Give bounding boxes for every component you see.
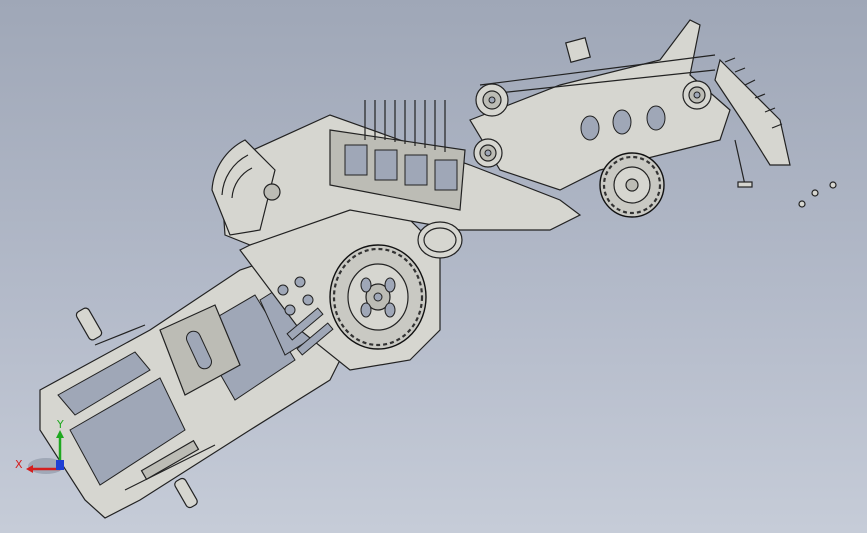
pulley-lower[interactable] <box>473 138 503 168</box>
triad-z-axis <box>56 460 64 470</box>
loose-parts <box>798 181 837 208</box>
pulley-front[interactable] <box>682 80 712 110</box>
pulley-upper[interactable] <box>475 83 509 117</box>
cad-model-drawing[interactable]: X Y <box>0 0 867 533</box>
front-wheel[interactable] <box>599 152 665 218</box>
cad-viewport[interactable]: X Y <box>0 0 867 533</box>
drum[interactable] <box>417 221 463 259</box>
triad-y-label: Y <box>56 418 64 431</box>
top-block[interactable] <box>565 37 591 63</box>
middle-wheel[interactable] <box>329 244 427 350</box>
triad-x-label: X <box>15 458 23 471</box>
